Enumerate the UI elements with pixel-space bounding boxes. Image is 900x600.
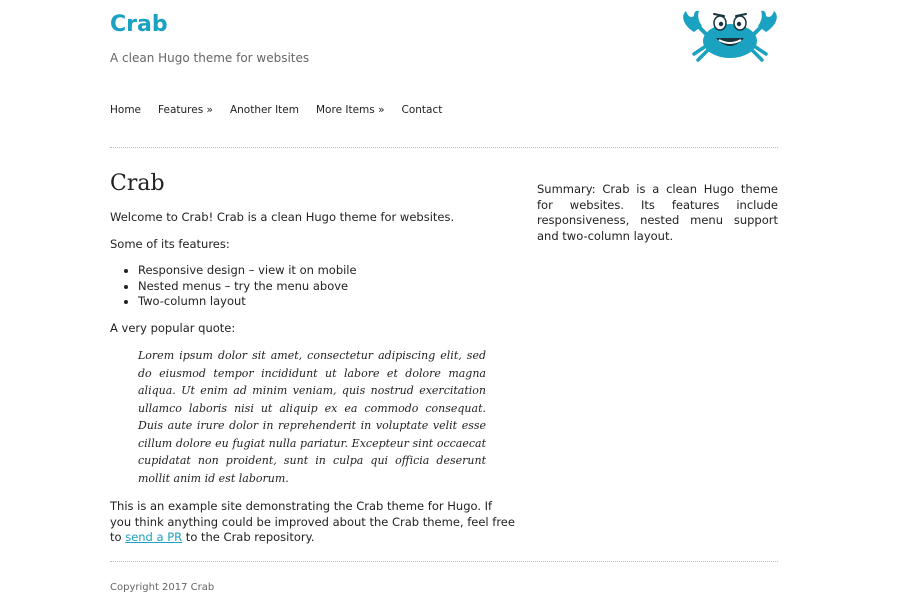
nav-item-another-item[interactable]: Another Item	[230, 104, 299, 116]
outro-text-end: to the Crab repository.	[182, 530, 315, 544]
outro-text: This is an example site demonstrating th…	[110, 499, 515, 546]
site-title[interactable]: Crab	[110, 12, 168, 37]
nav-item-features[interactable]: Features »	[158, 104, 213, 116]
nav-item-more-items[interactable]: More Items »	[316, 104, 385, 116]
sidebar-summary: Summary: Crab is a clean Hugo theme for …	[537, 182, 778, 243]
nav-item-contact[interactable]: Contact	[402, 104, 443, 116]
list-item: Nested menus – try the menu above	[138, 279, 515, 295]
crab-icon[interactable]	[680, 8, 780, 62]
list-item: Two-column layout	[138, 294, 515, 310]
quote-intro: A very popular quote:	[110, 320, 236, 335]
site-tagline: A clean Hugo theme for websites	[110, 51, 310, 65]
footer-copyright: Copyright 2017 Crab	[110, 582, 215, 593]
main-content: Crab Welcome to Crab! Crab is a clean Hu…	[110, 170, 515, 557]
quote: Lorem ipsum dolor sit amet, consectetur …	[138, 349, 486, 485]
main-menu: Home Features » Another Item More Items …	[110, 104, 459, 116]
list-item: Responsive design – view it on mobile	[138, 263, 515, 279]
footer-divider	[110, 561, 778, 562]
features-intro: Some of its features:	[110, 236, 230, 251]
header-divider	[110, 147, 778, 148]
intro-text: Welcome to Crab! Crab is a clean Hugo th…	[110, 210, 455, 224]
features-list: Responsive design – view it on mobile Ne…	[110, 263, 515, 310]
nav-item-home[interactable]: Home	[110, 104, 141, 116]
page-title: Crab	[110, 171, 165, 196]
send-pr-link[interactable]: send a PR	[125, 530, 182, 544]
